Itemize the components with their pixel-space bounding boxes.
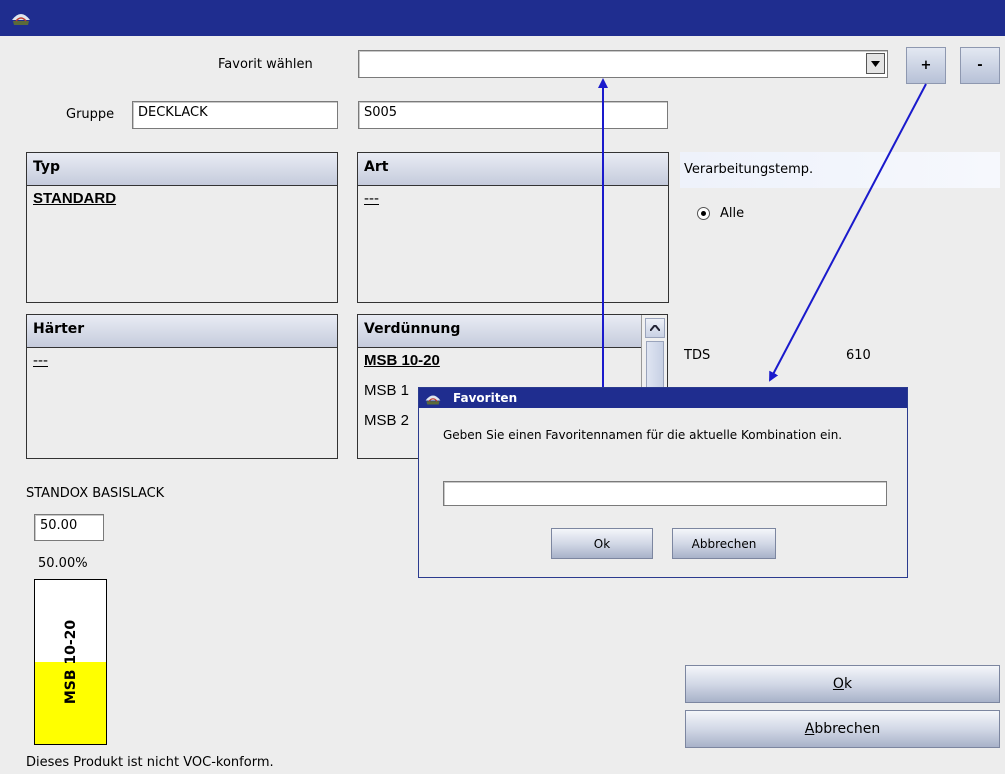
dialog-cancel-label: Abbrechen (691, 536, 757, 551)
dialog-message: Geben Sie einen Favoritennamen für die a… (443, 428, 843, 442)
favorites-dialog: Favoriten Geben Sie einen Favoritennamen… (418, 387, 908, 578)
arrow-plus-to-dialog (769, 83, 927, 382)
dialog-app-icon (425, 395, 441, 405)
dialog-ok-button[interactable]: Ok (551, 528, 653, 559)
dialog-title-bar: Favoriten (419, 388, 907, 408)
favorite-name-input[interactable] (443, 481, 887, 506)
dialog-title: Favoriten (453, 391, 518, 405)
dialog-ok-label: Ok (593, 536, 611, 551)
dialog-cancel-button[interactable]: Abbrechen (672, 528, 776, 559)
